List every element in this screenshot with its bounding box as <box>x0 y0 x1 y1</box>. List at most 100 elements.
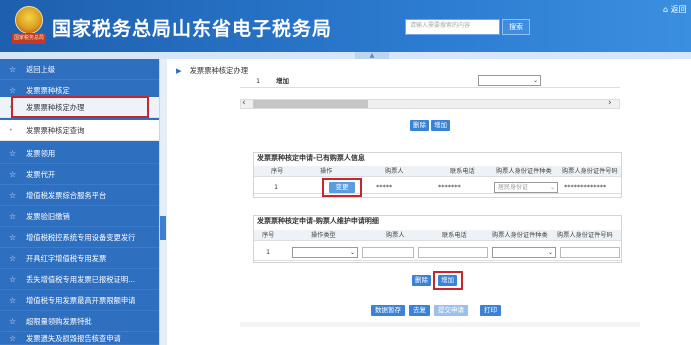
reset-button[interactable]: 去复 <box>409 305 430 316</box>
star-icon: ☆ <box>9 233 17 242</box>
sidebar-item-label: 返回上级 <box>26 65 56 74</box>
highlight-add-button <box>433 271 463 290</box>
sidebar-item-label: 发票票种核定 <box>26 86 70 95</box>
col-header: 购票人身份证件种类 <box>496 168 552 175</box>
phone-input[interactable] <box>418 247 488 258</box>
collapse-header-toggle[interactable]: ▲ <box>355 52 389 59</box>
sidebar-item-limit-apply[interactable]: ☆ 增值税专用发票最高开票限额申请 <box>0 290 159 311</box>
section-title: 发票票种核定申请-购票人维护申请明细 <box>257 217 379 225</box>
emblem-disc <box>15 6 43 34</box>
sidebar-item-label: 发票代开 <box>26 170 56 179</box>
star-icon: ☆ <box>9 334 17 343</box>
play-arrow-icon: ▶ <box>176 66 182 75</box>
id-type-select-new[interactable]: ⌄ <box>492 247 556 258</box>
sidebar-item-label: 发票票种核定查询 <box>26 126 85 135</box>
row-op-type: 增加 <box>276 77 289 85</box>
row-id-number: ************* <box>564 183 607 191</box>
col-header: 序号 <box>271 168 284 175</box>
id-type-value: 居民身份证 <box>498 184 529 191</box>
bullet-icon: • <box>9 127 13 134</box>
breadcrumb: ▶ 发票票种核定办理 <box>176 66 248 76</box>
sidebar-item-red-invoice[interactable]: ☆ 开具红字增值税专用发票 <box>0 248 159 269</box>
highlight-change-button <box>322 178 362 197</box>
sidebar-subitem-invoice-type-query[interactable]: • 发票票种核定查询 <box>0 120 159 141</box>
sidebar-item-lost-report[interactable]: ☆ 发票遗失及损毁报告核查申请 <box>0 332 159 345</box>
table-header: 序号 操作 购票人 联系电话 购票人身份证件种类 购票人身份证件号码 <box>254 166 621 177</box>
search-input[interactable]: 请输入需要搜索的内容 <box>405 19 500 35</box>
section-title: 发票票种核定申请-已有购票人信息 <box>257 154 365 162</box>
row-seq: 1 <box>256 77 261 85</box>
col-header: 操作类型 <box>311 232 336 239</box>
row-buyer: ***** <box>376 183 393 191</box>
highlight-sidebar-subitem <box>11 96 149 118</box>
sidebar-item-device-change[interactable]: ☆ 增值税税控系统专用设备变更发行 <box>0 227 159 248</box>
col-header: 购票人身份证件号码 <box>557 232 613 239</box>
scroll-right-icon[interactable]: › <box>608 98 612 108</box>
sidebar-collapse-grip[interactable] <box>160 216 166 240</box>
star-icon: ☆ <box>9 212 17 221</box>
tax-emblem-logo: 国家税务总局 <box>12 6 46 46</box>
delete-button-top[interactable]: 删除 <box>410 120 429 131</box>
star-icon: ☆ <box>9 254 17 263</box>
id-type-select-top[interactable]: ⌄ <box>478 75 541 86</box>
home-link-label: 返回 <box>670 5 687 14</box>
home-link[interactable]: ⌂ 返回 <box>663 4 687 15</box>
sidebar-item-invoice-proxy[interactable]: ☆ 发票代开 <box>0 164 159 185</box>
sidebar-item-label: 发票遗失及损毁报告核查申请 <box>26 334 121 343</box>
home-icon: ⌂ <box>663 5 671 14</box>
star-icon: ☆ <box>9 296 17 305</box>
chevron-down-icon: ⌄ <box>547 249 553 256</box>
buyer-input[interactable] <box>362 247 414 258</box>
table-header: 序号 操作类型 购票人 联系电话 购票人身份证件种类 购票人身份证件号码 <box>254 230 621 241</box>
sidebar-item-over-limit[interactable]: ☆ 超限量领购发票特批 <box>0 311 159 332</box>
col-header: 购票人身份证件种类 <box>492 232 548 239</box>
sidebar-item-back[interactable]: ☆ 返回上级 <box>0 59 159 80</box>
search-button[interactable]: 搜索 <box>502 19 530 35</box>
sidebar-item-label: 超限量领购发票特批 <box>26 317 92 326</box>
id-number-input[interactable] <box>560 247 620 258</box>
table-row: 1 ***** ******* ************* <box>254 180 621 194</box>
chevron-down-icon: ⌄ <box>549 184 555 191</box>
chevron-down-icon: ⌄ <box>349 249 355 256</box>
submit-button[interactable]: 提交申请 <box>434 305 468 316</box>
col-header: 购票人身份证件号码 <box>562 168 618 175</box>
sidebar-item-invoice-collect[interactable]: ☆ 发票领用 <box>0 143 159 164</box>
add-button-top[interactable]: 增加 <box>431 120 450 131</box>
scroll-left-icon[interactable]: ‹ <box>242 98 246 108</box>
sidebar-item-label: 发票验旧缴销 <box>26 212 70 221</box>
sidebar-item-label: 丢失增值税专用发票已报税证明... <box>26 275 136 284</box>
id-type-select[interactable]: 居民身份证 ⌄ <box>494 182 558 193</box>
print-button[interactable]: 打印 <box>480 305 501 316</box>
sidebar-item-label: 增值税发票综合服务平台 <box>26 191 107 200</box>
op-type-select[interactable]: ⌄ <box>292 247 358 258</box>
table-row: 1 增加 <box>240 74 620 88</box>
star-icon: ☆ <box>9 170 17 179</box>
col-header: 购票人 <box>386 232 405 239</box>
sidebar-item-label: 开具红字增值税专用发票 <box>26 254 107 263</box>
save-draft-button[interactable]: 数据暂存 <box>371 305 405 316</box>
delete-button[interactable]: 删除 <box>412 275 431 286</box>
sidebar-item-label: 发票领用 <box>26 149 56 158</box>
star-icon: ☆ <box>9 149 17 158</box>
col-header: 联系电话 <box>442 232 467 239</box>
sidebar-splitter <box>159 59 167 345</box>
col-header: 序号 <box>262 232 275 239</box>
star-icon: ☆ <box>9 317 17 326</box>
site-title: 国家税务总局山东省电子税务局 <box>52 18 333 40</box>
emblem-ribbon: 国家税务总局 <box>12 33 46 44</box>
sidebar-item-invoice-verify[interactable]: ☆ 发票验旧缴销 <box>0 206 159 227</box>
sidebar-item-lost-invoice[interactable]: ☆ 丢失增值税专用发票已报税证明... <box>0 269 159 290</box>
chevron-down-icon: ⌄ <box>532 77 538 84</box>
footer-band <box>240 322 640 327</box>
sidebar-item-vat-platform[interactable]: ☆ 增值税发票综合服务平台 <box>0 185 159 206</box>
header-collapse-bar <box>0 52 691 59</box>
row-phone: ******* <box>438 183 461 191</box>
star-icon: ☆ <box>9 191 17 200</box>
col-header: 操作 <box>320 168 333 175</box>
row-seq: 1 <box>266 248 271 256</box>
col-header: 购票人 <box>385 168 404 175</box>
star-icon: ☆ <box>9 275 17 284</box>
col-header: 联系电话 <box>450 168 475 175</box>
row-seq: 1 <box>274 183 279 191</box>
scrollbar-thumb[interactable] <box>253 100 368 108</box>
